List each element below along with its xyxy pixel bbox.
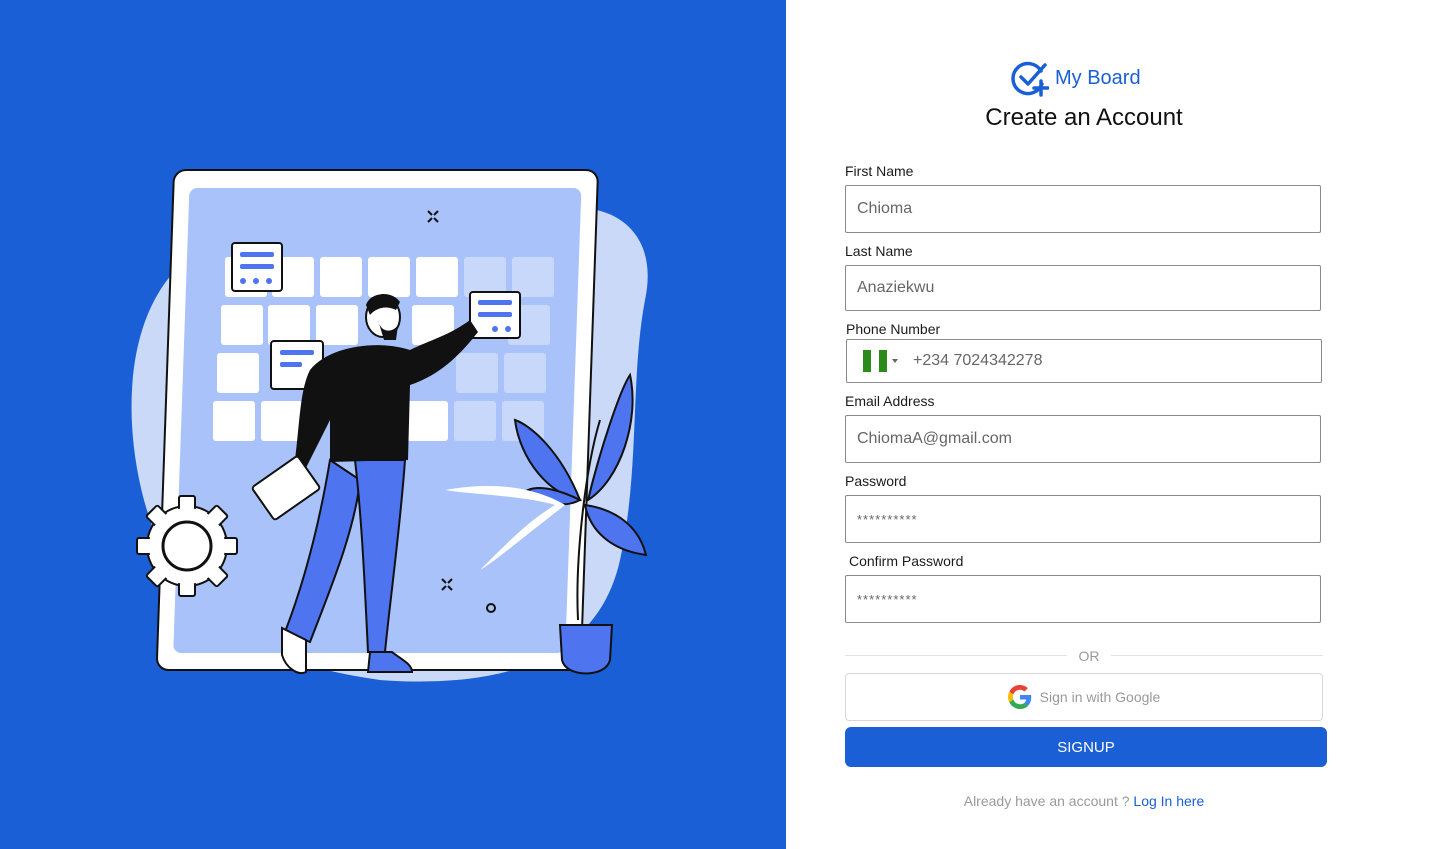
confirm-password-field [845,575,1321,623]
password-field [845,495,1321,543]
confirm-password-label: Confirm Password [849,553,964,569]
country-code-select[interactable] [847,340,913,382]
page-title: Create an Account [985,104,1183,131]
google-icon [1007,685,1031,709]
google-signin-button[interactable]: Sign in with Google [845,673,1323,721]
gear-icon [136,495,238,597]
password-input[interactable] [846,496,1320,542]
or-divider: OR [1078,648,1100,664]
signup-button[interactable]: SIGNUP [845,727,1327,767]
email-input[interactable] [846,416,1320,462]
phone-number-label: Phone Number [846,321,941,337]
divider-line-right [1111,655,1323,656]
last-name-input[interactable] [846,266,1320,310]
email-field [845,415,1321,463]
confirm-password-input[interactable] [846,576,1320,622]
phone-number-input[interactable] [913,340,1321,382]
last-name-label: Last Name [845,243,913,259]
event-card [231,242,283,292]
illustration-panel [0,0,786,849]
login-prompt-text: Already have an account ? [963,793,1130,809]
first-name-label: First Name [845,163,914,179]
signup-panel: My Board Create an Account First Name La… [786,0,1440,849]
login-prompt: Already have an account ? Log In here [786,793,1382,809]
nigeria-flag-icon [863,350,887,372]
phone-number-field [846,339,1322,383]
google-button-label: Sign in with Google [1039,689,1161,705]
calendar-board-illustration [131,169,648,682]
divider-line-left [845,655,1067,656]
brand-header: My Board [1011,60,1141,97]
password-label: Password [845,473,907,489]
last-name-field [845,265,1321,311]
first-name-field [845,185,1321,233]
email-label: Email Address [845,393,935,409]
caret-down-icon [892,359,898,363]
check-circle-plus-icon [1011,61,1049,97]
login-link[interactable]: Log In here [1133,793,1204,809]
first-name-input[interactable] [846,186,1320,232]
brand-name: My Board [1055,66,1141,89]
event-card [469,291,521,339]
